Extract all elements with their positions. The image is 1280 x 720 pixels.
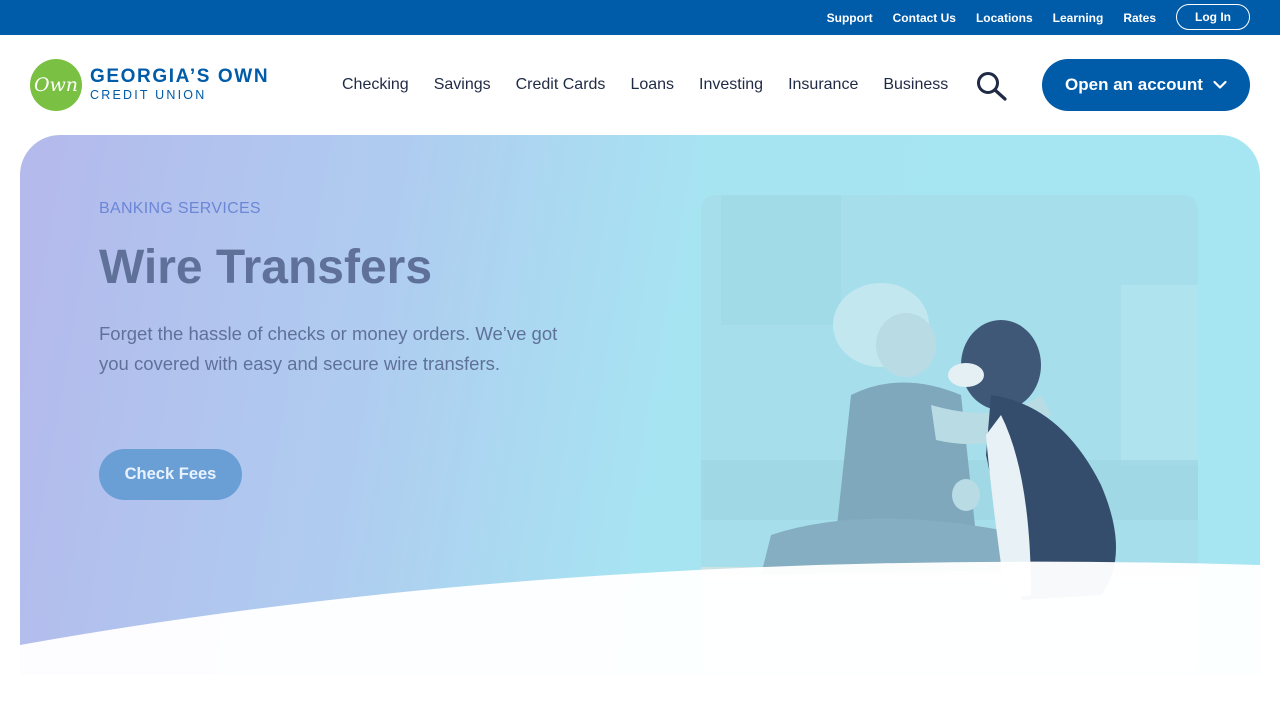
page-title: Wire Transfers: [99, 241, 433, 294]
login-button[interactable]: Log In: [1176, 4, 1250, 30]
logo-mark: Own: [30, 59, 82, 111]
utility-bar: Support Contact Us Locations Learning Ra…: [0, 0, 1280, 35]
logo[interactable]: Own GEORGIA’S OWN CREDIT UNION: [30, 59, 269, 111]
nav-item-business[interactable]: Business: [883, 76, 948, 94]
check-fees-button[interactable]: Check Fees: [99, 449, 242, 500]
utility-link-contact-us[interactable]: Contact Us: [893, 11, 956, 25]
nav-item-savings[interactable]: Savings: [434, 76, 491, 94]
hero-banner: BANKING SERVICES Wire Transfers Forget t…: [20, 135, 1260, 675]
logo-line2: CREDIT UNION: [90, 88, 207, 102]
utility-link-rates[interactable]: Rates: [1123, 11, 1156, 25]
utility-link-support[interactable]: Support: [827, 11, 873, 25]
nav-item-checking[interactable]: Checking: [342, 76, 409, 94]
chevron-down-icon: [1213, 75, 1227, 95]
search-icon[interactable]: [976, 71, 1008, 101]
utility-nav: Support Contact Us Locations Learning Ra…: [827, 0, 1156, 35]
logo-line1: GEORGIA’S OWN: [90, 66, 270, 87]
nav-item-insurance[interactable]: Insurance: [788, 76, 858, 94]
open-account-button[interactable]: Open an account: [1042, 59, 1250, 111]
site-header: Own GEORGIA’S OWN CREDIT UNION Checking …: [0, 35, 1280, 135]
utility-link-locations[interactable]: Locations: [976, 11, 1033, 25]
open-account-label: Open an account: [1065, 75, 1203, 94]
utility-link-learning[interactable]: Learning: [1053, 11, 1104, 25]
main-nav: Checking Savings Credit Cards Loans Inve…: [342, 35, 948, 135]
nav-item-credit-cards[interactable]: Credit Cards: [516, 76, 606, 94]
nav-item-investing[interactable]: Investing: [699, 76, 763, 94]
nav-item-loans[interactable]: Loans: [630, 76, 674, 94]
logo-wordmark: GEORGIA’S OWN CREDIT UNION: [90, 67, 269, 103]
hero-eyebrow: BANKING SERVICES: [99, 200, 261, 217]
hero-description: Forget the hassle of checks or money ord…: [99, 323, 558, 374]
